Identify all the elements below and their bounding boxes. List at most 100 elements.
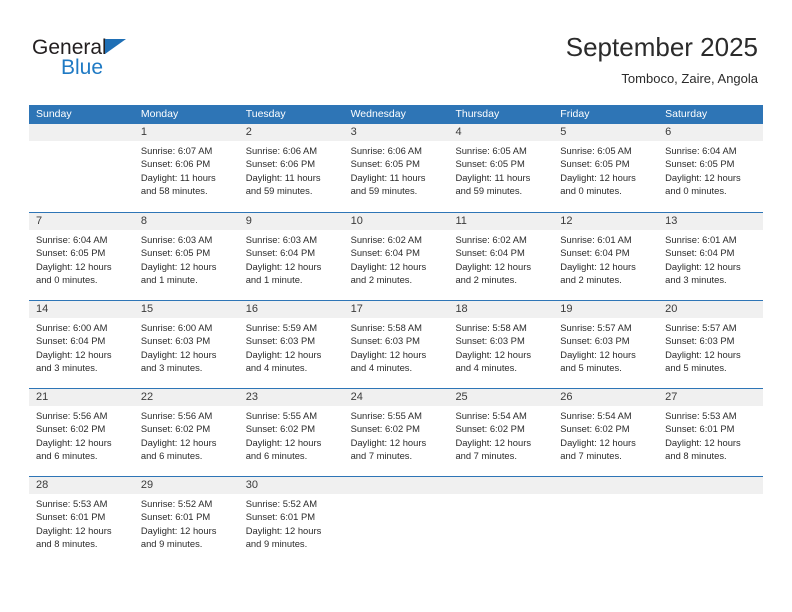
sunrise-text: Sunrise: 6:02 AM	[350, 234, 422, 245]
calendar-day-cell[interactable]: 20 Sunrise: 5:57 AM Sunset: 6:03 PM Dayligh…	[658, 301, 764, 388]
day-number-band: 28	[29, 477, 134, 494]
daylight-text-line2: and 4 minutes.	[245, 361, 308, 373]
day-number-band: 24	[343, 389, 449, 406]
sunset-text: Sunset: 6:04 PM	[350, 247, 420, 259]
sunrise-text: Sunrise: 6:00 AM	[140, 322, 213, 333]
sunrise-text: Sunrise: 5:58 AM	[455, 322, 527, 333]
sunrise-text: Sunrise: 5:52 AM	[140, 498, 213, 509]
calendar-day-cell[interactable]: 11 Sunrise: 6:02 AM Sunset: 6:04 PM Dayligh…	[448, 213, 554, 300]
daylight-text-line2: and 7 minutes.	[350, 449, 413, 461]
daylight-text-line1: Daylight: 12 hours	[140, 524, 217, 536]
sunset-text: Sunset: 6:01 PM	[245, 511, 316, 523]
calendar-day-cell[interactable]: 18 Sunrise: 5:58 AM Sunset: 6:03 PM Dayligh…	[448, 301, 554, 388]
day-number-band: 1	[133, 124, 239, 141]
daylight-text-line1: Daylight: 12 hours	[36, 524, 112, 536]
daylight-text-line1: Daylight: 12 hours	[245, 524, 322, 536]
day-number: 28	[36, 479, 49, 491]
calendar-day-cell[interactable]: 14 Sunrise: 6:00 AM Sunset: 6:04 PM Dayligh…	[29, 301, 134, 388]
daylight-text-line1: Daylight: 12 hours	[140, 436, 217, 448]
daylight-text-line2: and 6 minutes.	[36, 449, 98, 461]
day-number-band: 26	[553, 389, 659, 406]
calendar-day-cell[interactable]: 19 Sunrise: 5:57 AM Sunset: 6:03 PM Dayligh…	[553, 301, 659, 388]
day-number-band: 15	[133, 301, 239, 318]
calendar-day-cell[interactable]: 3 Sunrise: 6:06 AM Sunset: 6:05 PM Daylight…	[343, 124, 449, 212]
calendar-day-cell[interactable]: 27 Sunrise: 5:53 AM Sunset: 6:01 PM Dayligh…	[658, 389, 764, 476]
day-number-band	[553, 477, 659, 494]
calendar-day-cell[interactable]: 4 Sunrise: 6:05 AM Sunset: 6:05 PM Daylight…	[448, 124, 554, 212]
calendar-day-cell[interactable]: 21 Sunrise: 5:56 AM Sunset: 6:02 PM Dayligh…	[29, 389, 134, 476]
calendar-week-row: 28 Sunrise: 5:53 AM Sunset: 6:01 PM Dayligh…	[29, 476, 764, 564]
calendar-day-cell[interactable]: 23 Sunrise: 5:55 AM Sunset: 6:02 PM Dayligh…	[238, 389, 344, 476]
calendar-day-cell[interactable]: 12 Sunrise: 6:01 AM Sunset: 6:04 PM Dayligh…	[553, 213, 659, 300]
calendar-day-cell[interactable]: 24 Sunrise: 5:55 AM Sunset: 6:02 PM Dayligh…	[343, 389, 449, 476]
day-number-band: 14	[29, 301, 134, 318]
day-number: 16	[245, 303, 258, 315]
calendar-day-cell[interactable]: 13 Sunrise: 6:01 AM Sunset: 6:04 PM Dayligh…	[658, 213, 764, 300]
sunset-text: Sunset: 6:01 PM	[140, 511, 211, 523]
daylight-text-line1: Daylight: 11 hours	[140, 171, 216, 183]
weekday-header-row: Sunday Monday Tuesday Wednesday Thursday Frid…	[29, 105, 763, 124]
day-number: 8	[140, 215, 147, 227]
sunrise-text: Sunrise: 5:53 AM	[665, 410, 737, 421]
calendar-day-cell-empty	[553, 477, 659, 564]
day-number-band: 10	[343, 213, 449, 230]
page-header: General Blue September 2025 Tomboco, Zai…	[0, 0, 792, 104]
sunset-text: Sunset: 6:04 PM	[665, 247, 735, 259]
calendar-page: General Blue September 2025 Tomboco, Zai…	[0, 0, 792, 612]
sunrise-text: Sunrise: 5:58 AM	[350, 322, 422, 333]
day-sun-info: Sunrise: 5:58 AM Sunset: 6:03 PM Daylight:…	[344, 318, 449, 374]
calendar-day-cell[interactable]: 22 Sunrise: 5:56 AM Sunset: 6:02 PM Dayligh…	[133, 389, 239, 476]
calendar-day-cell[interactable]: 8 Sunrise: 6:03 AM Sunset: 6:05 PM Daylight…	[133, 213, 239, 300]
daylight-text-line2: and 1 minute.	[140, 273, 198, 285]
calendar-day-cell[interactable]: 5 Sunrise: 6:05 AM Sunset: 6:05 PM Daylight…	[553, 124, 659, 212]
day-number: 1	[140, 126, 147, 138]
day-number: 14	[36, 303, 49, 315]
calendar-day-cell[interactable]: 28 Sunrise: 5:53 AM Sunset: 6:01 PM Dayligh…	[29, 477, 134, 564]
day-sun-info: Sunrise: 6:04 AM Sunset: 6:05 PM Daylight:…	[29, 230, 134, 286]
calendar-day-cell[interactable]: 29 Sunrise: 5:52 AM Sunset: 6:01 PM Dayligh…	[133, 477, 239, 564]
day-sun-info: Sunrise: 6:03 AM Sunset: 6:05 PM Daylight:…	[134, 230, 239, 286]
sunrise-text: Sunrise: 5:57 AM	[560, 322, 632, 333]
day-sun-info: Sunrise: 5:52 AM Sunset: 6:01 PM Daylight:…	[239, 494, 344, 550]
day-number: 21	[36, 391, 49, 403]
calendar-day-cell[interactable]: 15 Sunrise: 6:00 AM Sunset: 6:03 PM Dayligh…	[133, 301, 239, 388]
daylight-text-line1: Daylight: 12 hours	[245, 348, 322, 360]
calendar-day-cell[interactable]: 30 Sunrise: 5:52 AM Sunset: 6:01 PM Dayligh…	[238, 477, 344, 564]
sunrise-text: Sunrise: 5:59 AM	[245, 322, 318, 333]
day-number: 24	[350, 391, 363, 403]
day-sun-info: Sunrise: 5:54 AM Sunset: 6:02 PM Daylight:…	[448, 406, 553, 462]
sunset-text: Sunset: 6:01 PM	[665, 423, 735, 435]
weekday-header-thursday: Thursday	[455, 108, 500, 120]
day-number-band: 17	[343, 301, 449, 318]
calendar-day-cell[interactable]: 1 Sunrise: 6:07 AM Sunset: 6:06 PM Daylight…	[133, 124, 239, 212]
day-sun-info: Sunrise: 6:05 AM Sunset: 6:05 PM Daylight:…	[448, 141, 553, 197]
calendar-day-cell[interactable]: 10 Sunrise: 6:02 AM Sunset: 6:04 PM Dayligh…	[343, 213, 449, 300]
calendar-day-cell[interactable]: 17 Sunrise: 5:58 AM Sunset: 6:03 PM Dayligh…	[343, 301, 449, 388]
calendar-day-cell[interactable]: 26 Sunrise: 5:54 AM Sunset: 6:02 PM Dayligh…	[553, 389, 659, 476]
calendar-day-cell[interactable]: 6 Sunrise: 6:04 AM Sunset: 6:05 PM Daylight…	[658, 124, 764, 212]
brand-logo[interactable]: General Blue	[32, 36, 232, 92]
day-number-band: 27	[658, 389, 764, 406]
daylight-text-line1: Daylight: 12 hours	[140, 348, 217, 360]
day-number-band: 21	[29, 389, 134, 406]
sunset-text: Sunset: 6:03 PM	[455, 335, 525, 347]
daylight-text-line1: Daylight: 12 hours	[560, 348, 636, 360]
day-sun-info: Sunrise: 5:54 AM Sunset: 6:02 PM Daylight:…	[553, 406, 658, 462]
sunrise-text: Sunrise: 5:56 AM	[36, 410, 108, 421]
calendar-day-cell[interactable]: 9 Sunrise: 6:03 AM Sunset: 6:04 PM Daylight…	[238, 213, 344, 300]
sunrise-text: Sunrise: 5:57 AM	[665, 322, 737, 333]
day-number: 15	[140, 303, 154, 315]
calendar-day-cell[interactable]: 25 Sunrise: 5:54 AM Sunset: 6:02 PM Dayligh…	[448, 389, 554, 476]
calendar-week-row: 21 Sunrise: 5:56 AM Sunset: 6:02 PM Dayligh…	[29, 388, 764, 476]
calendar-day-cell[interactable]: 16 Sunrise: 5:59 AM Sunset: 6:03 PM Dayligh…	[238, 301, 344, 388]
brand-name-bottom: Blue	[61, 56, 104, 79]
sunset-text: Sunset: 6:05 PM	[140, 247, 211, 259]
daylight-text-line2: and 0 minutes.	[665, 184, 727, 196]
calendar-day-cell[interactable]: 2 Sunrise: 6:06 AM Sunset: 6:06 PM Daylight…	[238, 124, 344, 212]
calendar-day-cell[interactable]: 7 Sunrise: 6:04 AM Sunset: 6:05 PM Daylight…	[29, 213, 134, 300]
daylight-text-line2: and 59 minutes.	[245, 184, 313, 196]
day-number-band: 4	[448, 124, 554, 141]
daylight-text-line2: and 0 minutes.	[36, 273, 98, 285]
sunset-text: Sunset: 6:02 PM	[560, 423, 630, 435]
day-number-band	[29, 124, 134, 141]
